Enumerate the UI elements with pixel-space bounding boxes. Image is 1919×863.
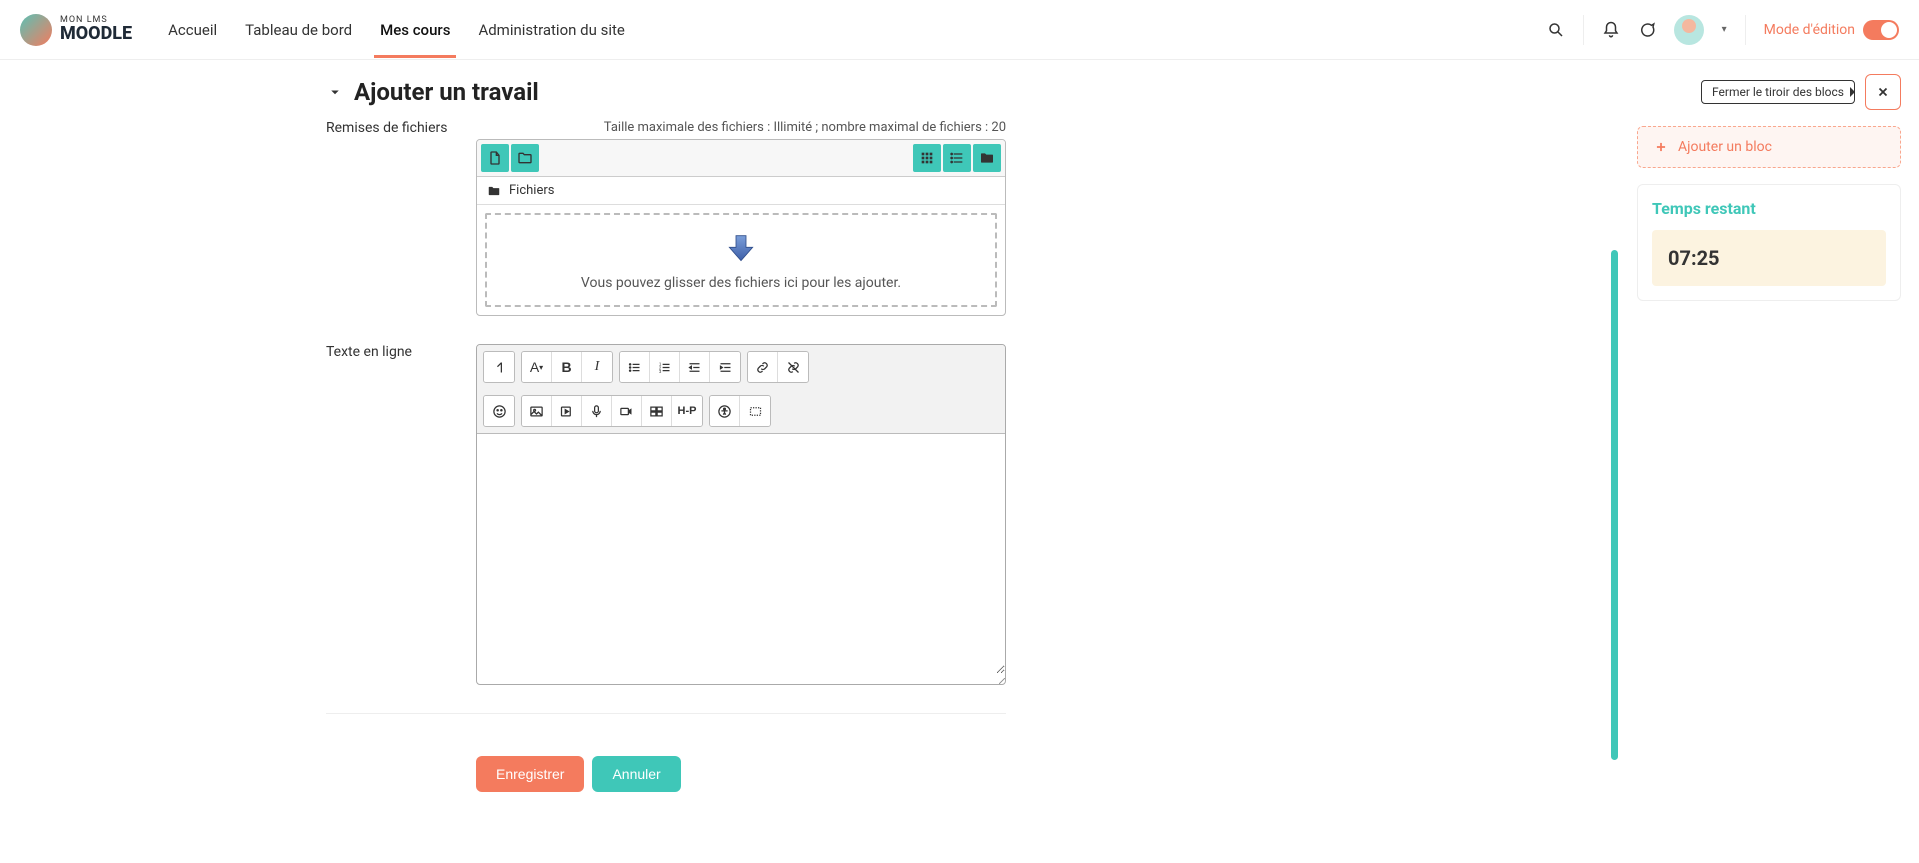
nav-links: Accueil Tableau de bord Mes cours Admini… (162, 3, 631, 57)
edit-mode-toggle[interactable]: Mode d'édition (1764, 20, 1899, 40)
blocks-drawer: Fermer le tiroir des blocs Ajouter un bl… (1619, 60, 1919, 863)
toolbar-accessibility-button[interactable] (710, 396, 740, 426)
label-online-text: Texte en ligne (326, 344, 476, 685)
dropzone-text: Vous pouvez glisser des fichiers ici pou… (581, 275, 901, 291)
text-editor: A▾ B I 123 (476, 344, 1006, 685)
divider (1745, 15, 1746, 45)
fm-path-label: Fichiers (509, 183, 554, 198)
plus-icon (1654, 140, 1668, 154)
field-online-text: A▾ B I 123 (476, 344, 1006, 685)
time-remaining-title: Temps restant (1652, 199, 1886, 218)
logo-big: MOODLE (60, 25, 132, 43)
toolbar-media-button[interactable] (552, 396, 582, 426)
main-column: Ajouter un travail Remises de fichiers T… (0, 60, 1619, 863)
cancel-button[interactable]: Annuler (592, 756, 680, 792)
toolbar-ul-button[interactable] (620, 352, 650, 382)
time-remaining-block: Temps restant 07:25 (1637, 184, 1901, 301)
divider (1583, 15, 1584, 45)
editor-content[interactable] (477, 434, 1005, 674)
close-icon (1876, 85, 1890, 99)
toolbar-h5p-button[interactable]: H-P (672, 396, 702, 426)
toolbar-unlink-button[interactable] (778, 352, 808, 382)
svg-text:3: 3 (659, 369, 662, 374)
view-tree-button[interactable] (973, 144, 1001, 172)
chevron-down-icon[interactable]: ▾ (1722, 24, 1727, 35)
section-title: Ajouter un travail (354, 78, 539, 106)
toolbar-video-button[interactable] (612, 396, 642, 426)
logo-text: MON LMS MOODLE (60, 16, 132, 43)
add-folder-button[interactable] (511, 144, 539, 172)
toolbar-ol-button[interactable]: 123 (650, 352, 680, 382)
toolbar-italic-button[interactable]: I (582, 352, 612, 382)
file-size-hint: Taille maximale des fichiers : Illimité … (476, 120, 1006, 135)
nav-right: ▾ Mode d'édition (1547, 15, 1899, 45)
edit-mode-label: Mode d'édition (1764, 22, 1855, 38)
field-file-submissions: Taille maximale des fichiers : Illimité … (476, 120, 1006, 316)
user-avatar[interactable] (1674, 15, 1704, 45)
add-block-button[interactable]: Ajouter un bloc (1637, 126, 1901, 168)
section-header[interactable]: Ajouter un travail (326, 60, 1006, 120)
nav-home[interactable]: Accueil (162, 3, 223, 57)
form-row-files: Remises de fichiers Taille maximale des … (326, 120, 1006, 324)
page-body: Ajouter un travail Remises de fichiers T… (0, 60, 1919, 863)
label-file-submissions: Remises de fichiers (326, 120, 476, 316)
search-icon[interactable] (1547, 21, 1565, 39)
drawer-header: Fermer le tiroir des blocs (1637, 74, 1901, 110)
toolbar-mic-button[interactable] (582, 396, 612, 426)
toolbar-screenreader-button[interactable] (740, 396, 770, 426)
toggle-switch[interactable] (1863, 20, 1899, 40)
download-arrow-icon (721, 229, 761, 269)
toolbar-indent-button[interactable] (710, 352, 740, 382)
navbar: MON LMS MOODLE Accueil Tableau de bord M… (0, 0, 1919, 60)
file-manager: Fichiers Vous pouvez glisser des fichier… (476, 139, 1006, 316)
fm-breadcrumb[interactable]: Fichiers (477, 177, 1005, 205)
form-divider (326, 713, 1006, 714)
drawer-scrollbar[interactable] (1611, 250, 1618, 760)
site-logo[interactable]: MON LMS MOODLE (20, 14, 132, 46)
form-actions: Enregistrer Annuler (326, 732, 1006, 800)
nav-dashboard[interactable]: Tableau de bord (239, 3, 358, 57)
time-remaining-value: 07:25 (1652, 230, 1886, 286)
add-block-label: Ajouter un bloc (1678, 139, 1772, 155)
add-file-button[interactable] (481, 144, 509, 172)
toolbar-outdent-button[interactable] (680, 352, 710, 382)
close-drawer-button[interactable] (1865, 74, 1901, 110)
close-drawer-tooltip: Fermer le tiroir des blocs (1701, 80, 1855, 104)
toolbar-manage-files-button[interactable] (642, 396, 672, 426)
toolbar-expand-button[interactable] (484, 352, 514, 382)
save-button[interactable]: Enregistrer (476, 756, 584, 792)
toolbar-image-button[interactable] (522, 396, 552, 426)
bell-icon[interactable] (1602, 21, 1620, 39)
view-grid-button[interactable] (913, 144, 941, 172)
file-dropzone[interactable]: Vous pouvez glisser des fichiers ici pou… (485, 213, 997, 307)
editor-toolbar: A▾ B I 123 (477, 345, 1005, 434)
logo-icon (20, 14, 52, 46)
fm-toolbar (477, 140, 1005, 177)
toolbar-emoji-button[interactable] (484, 396, 514, 426)
content-card: Ajouter un travail Remises de fichiers T… (326, 60, 1006, 840)
collapse-chevron-icon[interactable] (326, 83, 344, 101)
form-row-onlinetext: Texte en ligne A▾ B I (326, 336, 1006, 693)
chat-icon[interactable] (1638, 21, 1656, 39)
toolbar-link-button[interactable] (748, 352, 778, 382)
view-list-button[interactable] (943, 144, 971, 172)
editor-resize-handle[interactable] (477, 674, 1005, 684)
nav-siteadmin[interactable]: Administration du site (472, 3, 630, 57)
toolbar-styles-button[interactable]: A▾ (522, 352, 552, 382)
folder-icon (487, 184, 501, 198)
toolbar-bold-button[interactable]: B (552, 352, 582, 382)
nav-mycourses[interactable]: Mes cours (374, 3, 456, 58)
